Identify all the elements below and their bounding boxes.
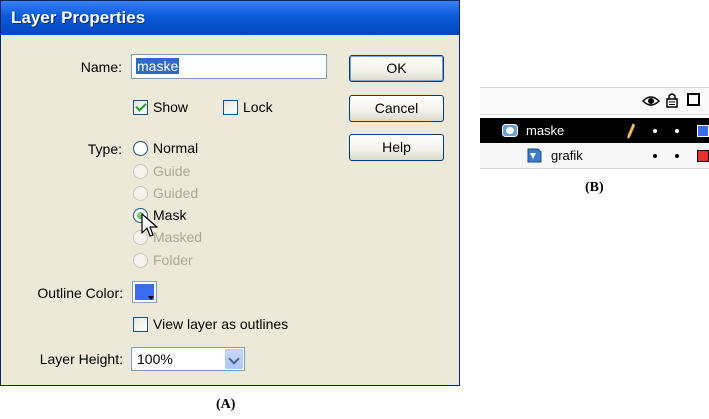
caption-a: (A) [216,397,236,412]
type-label: Type: [87,141,122,157]
type-normal-radio[interactable] [133,141,148,156]
ok-button[interactable]: OK [349,55,444,82]
type-guided-label: Guided [153,185,199,201]
visibility-dot[interactable] [653,129,657,133]
lock-label: Lock [243,99,273,115]
type-guided-radio [133,186,148,201]
mouse-cursor-icon [141,213,158,237]
view-outlines-checkbox[interactable] [133,317,148,332]
cancel-button[interactable]: Cancel [349,95,444,122]
show-label: Show [153,99,189,115]
lock-icon[interactable] [666,92,678,108]
name-label: Name: [80,59,122,75]
chevron-down-icon [148,296,154,300]
help-button[interactable]: Help [349,134,444,161]
name-input-value: maske [136,58,180,74]
dialog-title: Layer Properties [1,1,459,35]
type-masked-label: Masked [153,229,203,245]
mask-layer-icon [502,124,518,137]
layer-height-value: 100% [137,351,173,367]
eye-icon[interactable] [642,95,660,107]
timeline-layer-name: maske [526,123,565,138]
caption-b: (B) [585,180,604,195]
outline-color-fill [135,284,154,300]
outline-square-icon[interactable] [687,93,700,106]
timeline-row-grafik[interactable]: grafik [480,143,709,169]
view-outlines-label: View layer as outlines [153,316,289,332]
timeline-header [480,87,709,115]
outline-color-label: Outline Color: [37,285,123,301]
pencil-icon [627,123,635,139]
layer-color-swatch[interactable] [697,150,709,162]
layer-color-swatch[interactable] [697,125,709,137]
outline-color-swatch[interactable] [132,281,157,303]
type-folder-label: Folder [153,252,193,268]
timeline-layer-name: grafik [551,148,583,163]
type-normal-label: Normal [153,140,199,156]
masked-layer-icon [527,148,542,163]
type-folder-radio [133,253,148,268]
type-guide-label: Guide [153,163,191,179]
layer-properties-dialog: Layer Properties Name: maske Show Lock T… [0,0,460,386]
show-checkbox[interactable] [133,100,148,115]
lock-checkbox[interactable] [223,100,238,115]
dropdown-arrow-icon[interactable] [225,349,243,369]
timeline-panel: maske grafik [480,87,709,169]
timeline-row-maske[interactable]: maske [480,118,709,143]
visibility-dot[interactable] [653,154,657,158]
type-guide-radio [133,164,148,179]
lock-dot[interactable] [675,129,679,133]
layer-height-label: Layer Height: [39,351,123,367]
lock-dot[interactable] [675,154,679,158]
layer-height-select[interactable]: 100% [131,347,245,371]
name-input[interactable]: maske [131,54,327,79]
